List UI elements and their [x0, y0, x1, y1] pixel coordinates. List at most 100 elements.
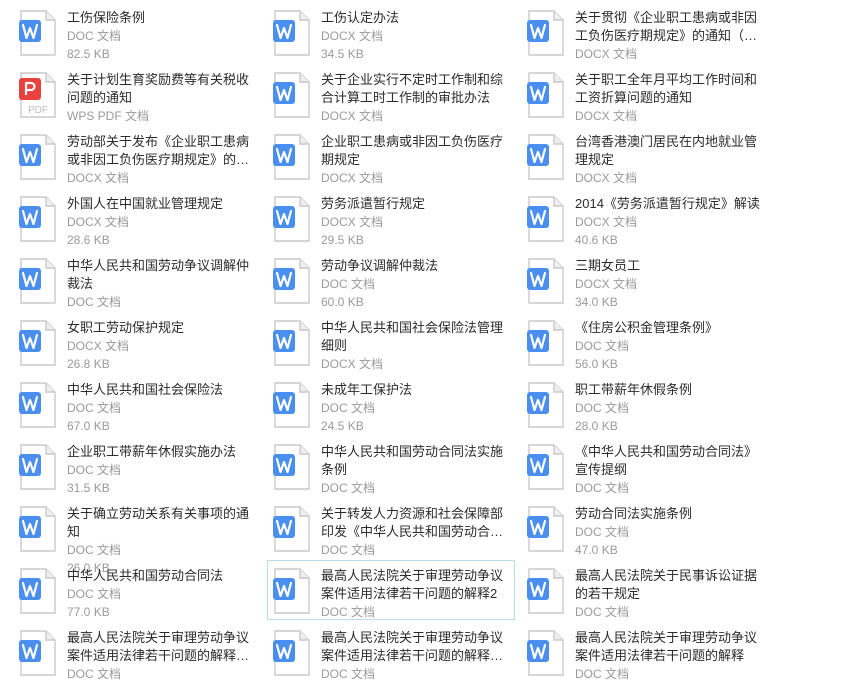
file-item[interactable]: 关于企业实行不定时工作制和综合计算工时工作制的审批办法 DOCX 文档 — [272, 70, 512, 126]
file-item[interactable]: 《住房公积金管理条例》 DOC 文档 56.0 KB — [526, 318, 766, 374]
file-name: 三期女员工 — [575, 258, 641, 273]
word-doc-icon — [273, 257, 311, 305]
file-type: DOC 文档 — [575, 525, 630, 539]
file-type: DOC 文档 — [575, 667, 630, 681]
file-item[interactable]: 劳动合同法实施条例 DOC 文档 47.0 KB — [526, 504, 766, 560]
word-doc-icon — [19, 629, 57, 677]
file-type: DOC 文档 — [575, 481, 630, 495]
file-type: DOCX 文档 — [321, 171, 384, 185]
word-doc-icon — [273, 567, 311, 615]
file-name: 中华人民共和国社会保险法管理细则 — [321, 320, 504, 353]
file-name: 职工带薪年休假条例 — [575, 382, 693, 397]
file-type: DOCX 文档 — [321, 357, 384, 371]
file-item[interactable]: 劳动部关于发布《企业职工患病或非因工负伤医疗期规定》的通知 DOCX 文档 — [18, 132, 258, 188]
file-item[interactable]: 《中华人民共和国劳动合同法》宣传提纲 DOC 文档 — [526, 442, 766, 498]
file-name: 关于职工全年月平均工作时间和工资折算问题的通知 — [575, 72, 758, 105]
file-type: DOCX 文档 — [67, 215, 130, 229]
word-doc-icon — [273, 195, 311, 243]
svg-text:PDF: PDF — [28, 105, 48, 116]
file-item[interactable]: 职工带薪年休假条例 DOC 文档 28.0 KB — [526, 380, 766, 436]
file-size: 82.5 KB — [67, 47, 110, 61]
file-type: DOCX 文档 — [575, 109, 638, 123]
word-doc-icon — [19, 567, 57, 615]
file-type: DOC 文档 — [67, 667, 122, 681]
file-name: 关于企业实行不定时工作制和综合计算工时工作制的审批办法 — [321, 72, 504, 105]
file-item[interactable]: 工伤保险条例 DOC 文档 82.5 KB — [18, 8, 258, 64]
word-doc-icon — [527, 381, 565, 429]
file-name: 最高人民法院关于民事诉讼证据的若干规定 — [575, 568, 758, 601]
file-size: 34.5 KB — [321, 47, 364, 61]
word-doc-icon — [273, 133, 311, 181]
file-name: 关于转发人力资源和社会保障部印发《中华人民共和国劳动合同法... — [321, 506, 504, 539]
word-doc-icon — [527, 133, 565, 181]
file-name: 2014《劳务派遣暂行规定》解读 — [575, 196, 760, 211]
file-item[interactable]: 工伤认定办法 DOCX 文档 34.5 KB — [272, 8, 512, 64]
file-size: 67.0 KB — [67, 419, 110, 433]
file-type: DOCX 文档 — [67, 171, 130, 185]
word-doc-icon — [273, 629, 311, 677]
file-item[interactable]: 中华人民共和国社会保险法 DOC 文档 67.0 KB — [18, 380, 258, 436]
file-item[interactable]: 女职工劳动保护规定 DOCX 文档 26.8 KB — [18, 318, 258, 374]
file-item[interactable]: PDF 关于计划生育奖励费等有关税收问题的通知 WPS PDF 文档 — [18, 70, 258, 126]
file-size: 56.0 KB — [575, 357, 618, 371]
word-doc-icon — [273, 319, 311, 367]
file-type: DOC 文档 — [575, 605, 630, 619]
file-item[interactable]: 台湾香港澳门居民在内地就业管理规定 DOCX 文档 — [526, 132, 766, 188]
file-size: 77.0 KB — [67, 605, 110, 619]
file-type: DOC 文档 — [321, 543, 376, 557]
word-doc-icon — [19, 257, 57, 305]
word-doc-icon — [527, 257, 565, 305]
file-name: 外国人在中国就业管理规定 — [67, 196, 224, 211]
file-type: DOC 文档 — [321, 481, 376, 495]
file-item[interactable]: 最高人民法院关于审理劳动争议案件适用法律若干问题的解释(三)[2... DOC 文… — [272, 628, 512, 684]
file-item[interactable]: 最高人民法院关于民事诉讼证据的若干规定 DOC 文档 — [526, 566, 766, 622]
word-doc-icon — [19, 319, 57, 367]
file-item[interactable]: 劳务派遣暂行规定 DOCX 文档 29.5 KB — [272, 194, 512, 250]
word-doc-icon — [19, 505, 57, 553]
file-size: 47.0 KB — [575, 543, 618, 557]
word-doc-icon — [527, 71, 565, 119]
file-item[interactable]: 外国人在中国就业管理规定 DOCX 文档 28.6 KB — [18, 194, 258, 250]
file-name: 劳动争议调解仲裁法 — [321, 258, 439, 273]
file-item[interactable]: 最高人民法院关于审理劳动争议案件适用法律若干问题的解释2 DOC 文档 — [267, 560, 515, 620]
file-size: 26.8 KB — [67, 357, 110, 371]
file-name: 《住房公积金管理条例》 — [575, 320, 719, 335]
file-size: 40.6 KB — [575, 233, 618, 247]
word-doc-icon — [527, 195, 565, 243]
word-doc-icon — [527, 9, 565, 57]
file-item[interactable]: 最高人民法院关于审理劳动争议案件适用法律若干问题的解释 DOC 文档 — [526, 628, 766, 684]
file-name: 未成年工保护法 — [321, 382, 413, 397]
word-doc-icon — [273, 9, 311, 57]
file-item[interactable]: 未成年工保护法 DOC 文档 24.5 KB — [272, 380, 512, 436]
file-name: 最高人民法院关于审理劳动争议案件适用法律若干问题的解释(三)[2... — [321, 630, 504, 663]
word-doc-icon — [527, 319, 565, 367]
file-item[interactable]: 关于确立劳动关系有关事项的通知 DOC 文档 26.0 KB — [18, 504, 258, 575]
file-item[interactable]: 企业职工带薪年休假实施办法 DOC 文档 31.5 KB — [18, 442, 258, 498]
word-doc-icon — [19, 195, 57, 243]
file-name: 最高人民法院关于审理劳动争议案件适用法律若干问题的解释 — [575, 630, 758, 663]
file-name: 最高人民法院关于审理劳动争议案件适用法律若干问题的解释2 — [321, 568, 504, 601]
file-item[interactable]: 中华人民共和国劳动合同法实施条例 DOC 文档 — [272, 442, 512, 498]
file-type: DOCX 文档 — [575, 171, 638, 185]
file-name: 关于贯彻《企业职工患病或非因工负伤医疗期规定》的通知（劳部... — [575, 10, 758, 43]
file-item[interactable]: 中华人民共和国劳动合同法 DOC 文档 77.0 KB — [18, 566, 258, 622]
word-doc-icon — [19, 9, 57, 57]
file-type: DOC 文档 — [67, 463, 122, 477]
file-type: DOC 文档 — [67, 587, 122, 601]
file-item[interactable]: 关于贯彻《企业职工患病或非因工负伤医疗期规定》的通知（劳部... DOCX 文档 — [526, 8, 766, 64]
file-item[interactable]: 2014《劳务派遣暂行规定》解读 DOCX 文档 40.6 KB — [526, 194, 766, 250]
file-item[interactable]: 中华人民共和国社会保险法管理细则 DOCX 文档 — [272, 318, 512, 374]
file-name: 台湾香港澳门居民在内地就业管理规定 — [575, 134, 758, 167]
file-item[interactable]: 最高人民法院关于审理劳动争议案件适用法律若干问题的解释(二) DOC 文档 — [18, 628, 258, 684]
file-item[interactable]: 中华人民共和国劳动争议调解仲裁法 DOC 文档 — [18, 256, 258, 312]
file-type: DOCX 文档 — [575, 47, 638, 61]
file-item[interactable]: 劳动争议调解仲裁法 DOC 文档 60.0 KB — [272, 256, 512, 312]
file-name: 《中华人民共和国劳动合同法》宣传提纲 — [575, 444, 758, 477]
file-item[interactable]: 关于职工全年月平均工作时间和工资折算问题的通知 DOCX 文档 — [526, 70, 766, 126]
file-name: 关于确立劳动关系有关事项的通知 — [67, 506, 250, 539]
file-item[interactable]: 三期女员工 DOCX 文档 34.0 KB — [526, 256, 766, 312]
file-item[interactable]: 关于转发人力资源和社会保障部印发《中华人民共和国劳动合同法... DOC 文档 — [272, 504, 512, 560]
word-doc-icon — [527, 505, 565, 553]
file-name: 中华人民共和国社会保险法 — [67, 382, 224, 397]
file-item[interactable]: 企业职工患病或非因工负伤医疗期规定 DOCX 文档 — [272, 132, 512, 188]
